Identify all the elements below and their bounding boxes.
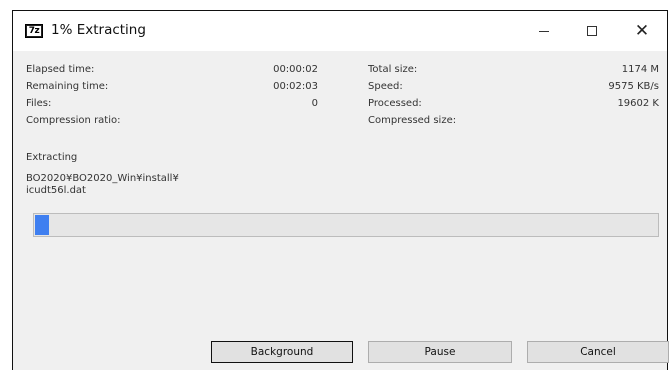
files-label: Files: [26,98,52,109]
files-value: 0 [311,98,318,109]
window-title: 1% Extracting [51,22,146,38]
compressed-size-label: Compressed size: [368,115,457,126]
current-file-name: icudt56l.dat [26,185,86,196]
elapsed-time-label: Elapsed time: [26,64,95,75]
compression-ratio-label: Compression ratio: [26,115,121,126]
progress-bar [33,213,659,237]
speed-label: Speed: [368,81,403,92]
close-button[interactable]: ✕ [619,11,665,51]
progress-fill [35,215,49,235]
minimize-button[interactable] [521,11,567,51]
7zip-app-icon: 7z [25,24,43,38]
operation-label: Extracting [26,152,78,163]
current-file-path: BO2020¥BO2020_Win¥install¥ [26,173,179,184]
total-size-value: 1174 M [621,64,659,75]
total-size-label: Total size: [368,64,418,75]
speed-value: 9575 KB/s [608,81,659,92]
extract-progress-window: 7z 1% Extracting ✕ Elapsed time: 00:00:0… [12,10,669,370]
processed-label: Processed: [368,98,422,109]
remaining-time-value: 00:02:03 [273,81,318,92]
cancel-button[interactable]: Cancel [527,341,669,363]
pause-button[interactable]: Pause [368,341,512,363]
background-button[interactable]: Background [211,341,353,363]
maximize-button[interactable] [569,11,615,51]
processed-value: 19602 K [617,98,659,109]
remaining-time-label: Remaining time: [26,81,109,92]
maximize-icon [587,26,597,36]
close-icon: ✕ [634,21,650,41]
minimize-icon [539,30,549,32]
elapsed-time-value: 00:00:02 [273,64,318,75]
title-bar[interactable]: 7z 1% Extracting ✕ [13,11,667,51]
